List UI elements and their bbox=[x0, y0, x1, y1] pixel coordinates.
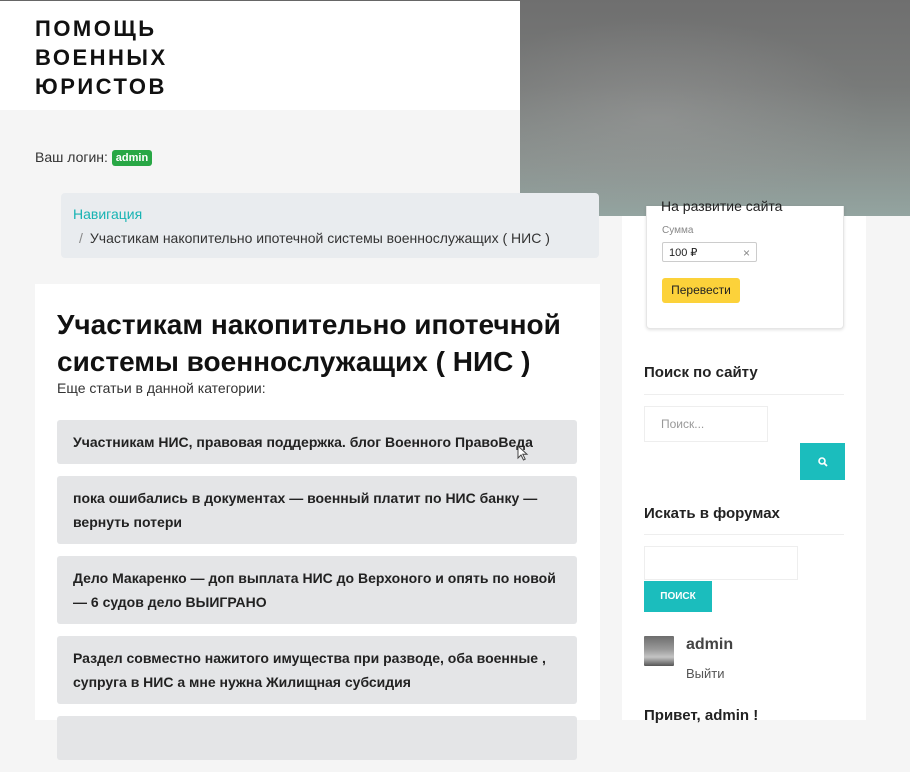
search-widget-title: Поиск по сайту bbox=[644, 364, 758, 381]
list-item[interactable]: Дело Макаренко — доп выплата НИС до Верх… bbox=[57, 556, 577, 624]
list-item[interactable]: Раздел совместно нажитого имущества при … bbox=[57, 636, 577, 704]
transfer-button[interactable]: Перевести bbox=[662, 278, 740, 303]
sidebar: На развитие сайта Сумма 100 ₽ × Перевест… bbox=[622, 198, 866, 724]
site-header: ПОМОЩЬ ВОЕННЫХ ЮРИСТОВ bbox=[0, 1, 520, 110]
forum-search-button[interactable]: ПОИСК bbox=[644, 581, 712, 612]
list-item[interactable]: Участникам НИС, правовая поддержка. блог… bbox=[57, 420, 577, 464]
logo-line-1: ПОМОЩЬ bbox=[35, 16, 157, 41]
login-info: Ваш логин: admin bbox=[35, 149, 153, 166]
video-overlay bbox=[520, 0, 910, 216]
sum-label: Сумма bbox=[662, 225, 694, 236]
search-input[interactable]: Поиск... bbox=[644, 406, 768, 442]
divider bbox=[644, 534, 844, 535]
user-name[interactable]: admin bbox=[686, 636, 733, 654]
related-articles-list: Участникам НИС, правовая поддержка. блог… bbox=[57, 420, 577, 772]
breadcrumb-separator: / bbox=[79, 230, 83, 246]
page-title: Участикам накопительно ипотечной системы… bbox=[57, 309, 561, 377]
article-card: Участикам накопительно ипотечной системы… bbox=[35, 284, 600, 760]
breadcrumb: Навигация / Участикам накопительно ипотеч… bbox=[61, 193, 599, 258]
user-badge[interactable]: admin bbox=[111, 150, 153, 166]
clear-icon[interactable]: × bbox=[743, 243, 750, 263]
donate-widget: На развитие сайта Сумма 100 ₽ × Перевест… bbox=[646, 198, 844, 329]
forum-widget-title: Искать в форумах bbox=[644, 505, 780, 522]
breadcrumb-current: / Участикам накопительно ипотечной систем… bbox=[79, 230, 550, 246]
logout-link[interactable]: Выйти bbox=[686, 666, 725, 681]
greeting: Привет, admin ! bbox=[644, 707, 759, 724]
list-item[interactable]: пока ошибались в документах — военный пл… bbox=[57, 476, 577, 544]
forum-search-input[interactable] bbox=[644, 546, 798, 580]
sum-input[interactable]: 100 ₽ × bbox=[662, 242, 757, 262]
avatar[interactable] bbox=[644, 636, 674, 666]
category-subtitle: Еще статьи в данной категории: bbox=[57, 380, 266, 396]
list-item[interactable] bbox=[57, 716, 577, 760]
breadcrumb-current-label: Участикам накопительно ипотечной системы… bbox=[89, 230, 550, 246]
breadcrumb-nav-link[interactable]: Навигация bbox=[73, 206, 142, 222]
search-button[interactable] bbox=[800, 443, 845, 480]
login-label: Ваш логин: bbox=[35, 149, 108, 165]
divider bbox=[644, 394, 844, 395]
search-icon bbox=[817, 456, 828, 467]
logo-line-3: ЮРИСТОВ bbox=[35, 74, 167, 99]
logo-line-2: ВОЕННЫХ bbox=[35, 45, 168, 70]
sum-value: 100 ₽ bbox=[669, 247, 698, 259]
donate-title: На развитие сайта bbox=[661, 198, 783, 214]
mouse-cursor-icon bbox=[517, 444, 529, 466]
site-logo[interactable]: ПОМОЩЬ ВОЕННЫХ ЮРИСТОВ bbox=[35, 14, 168, 101]
